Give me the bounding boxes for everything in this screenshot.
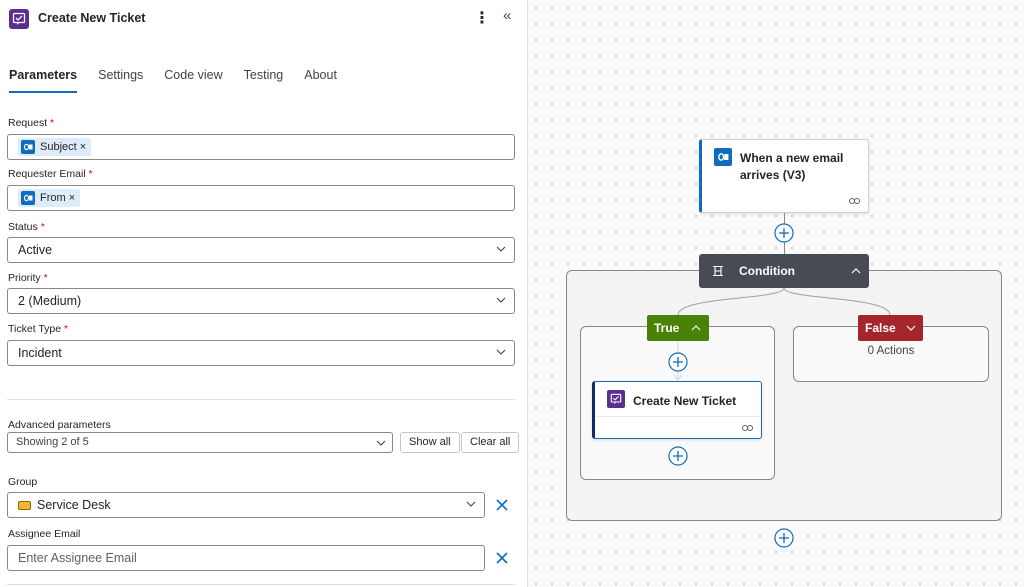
ticket-type-label: Ticket Type * <box>8 323 69 335</box>
request-field[interactable]: Subject × <box>7 134 515 160</box>
chevron-down-icon <box>496 246 506 252</box>
outlook-icon <box>21 140 35 154</box>
group-badge-icon <box>18 500 31 510</box>
false-branch-empty-text: 0 Actions <box>867 345 915 357</box>
ticket-type-dropdown[interactable]: Incident <box>7 340 515 366</box>
section-divider <box>7 399 515 400</box>
outlook-icon <box>714 148 732 166</box>
chevron-down-icon <box>496 297 506 303</box>
add-step-icon[interactable] <box>668 352 688 372</box>
chevron-up-icon[interactable] <box>691 323 701 333</box>
true-branch-header[interactable]: True <box>647 315 709 341</box>
clear-assignee-icon[interactable] <box>494 550 510 566</box>
priority-dropdown[interactable]: 2 (Medium) <box>7 288 515 314</box>
priority-label: Priority * <box>8 272 48 284</box>
tab-code-view[interactable]: Code view <box>164 68 222 93</box>
true-branch-label: True <box>654 321 680 335</box>
requester-email-label: Requester Email * <box>8 168 93 180</box>
action-title: Create New Ticket <box>633 394 737 408</box>
assignee-email-input[interactable]: Enter Assignee Email <box>7 545 485 571</box>
group-label: Group <box>8 476 38 488</box>
create-ticket-card[interactable]: Create New Ticket <box>592 381 762 439</box>
remove-token-icon[interactable]: × <box>69 192 75 204</box>
chevron-down-icon <box>376 440 386 446</box>
assignee-email-label: Assignee Email <box>8 528 81 540</box>
group-dropdown[interactable]: Service Desk <box>7 492 485 518</box>
condition-icon <box>713 265 723 277</box>
remove-token-icon[interactable]: × <box>80 141 86 153</box>
condition-title: Condition <box>739 264 795 278</box>
subject-token[interactable]: Subject × <box>18 138 92 156</box>
outlook-icon <box>21 191 35 205</box>
card-divider <box>595 416 761 417</box>
show-all-button[interactable]: Show all <box>400 432 460 453</box>
more-options-icon[interactable]: ⋮ <box>474 8 490 28</box>
ticket-action-icon <box>9 9 29 29</box>
link-icon <box>849 198 860 204</box>
false-branch-header[interactable]: False <box>858 315 923 341</box>
request-label: Request * <box>8 117 55 129</box>
tab-about[interactable]: About <box>304 68 337 93</box>
tab-parameters[interactable]: Parameters <box>9 68 78 93</box>
collapse-panel-icon[interactable]: « <box>503 7 511 24</box>
condition-card[interactable]: Condition <box>699 254 869 288</box>
properties-panel: Create New Ticket ⋮ « Parameters Setting… <box>0 0 528 587</box>
clear-all-button[interactable]: Clear all <box>461 432 520 453</box>
status-dropdown[interactable]: Active <box>7 237 515 263</box>
chevron-down-icon <box>466 501 476 507</box>
chevron-down-icon <box>496 349 506 355</box>
status-label: Status * <box>8 221 45 233</box>
chevron-down-icon[interactable] <box>906 323 916 333</box>
chevron-up-icon[interactable] <box>851 266 861 276</box>
ticket-action-icon <box>607 390 625 408</box>
add-step-icon[interactable] <box>774 528 794 548</box>
link-icon <box>742 425 753 431</box>
tab-testing[interactable]: Testing <box>244 68 284 93</box>
advanced-parameters-label: Advanced parameters <box>8 419 111 431</box>
trigger-card[interactable]: When a new email arrives (V3) <box>699 139 869 213</box>
add-step-icon[interactable] <box>774 223 794 243</box>
clear-group-icon[interactable] <box>494 497 510 513</box>
false-branch-label: False <box>865 321 896 335</box>
add-step-icon[interactable] <box>668 446 688 466</box>
designer-canvas[interactable]: When a new email arrives (V3) Condition … <box>528 0 1024 587</box>
tab-settings[interactable]: Settings <box>98 68 143 93</box>
section-divider <box>7 584 515 585</box>
requester-email-field[interactable]: From × <box>7 185 515 211</box>
trigger-title: When a new email arrives (V3) <box>740 151 844 182</box>
panel-title: Create New Ticket <box>38 11 146 25</box>
from-token[interactable]: From × <box>18 189 81 207</box>
panel-tabs: Parameters Settings Code view Testing Ab… <box>9 68 358 93</box>
advanced-parameters-dropdown[interactable]: Showing 2 of 5 <box>7 432 393 453</box>
